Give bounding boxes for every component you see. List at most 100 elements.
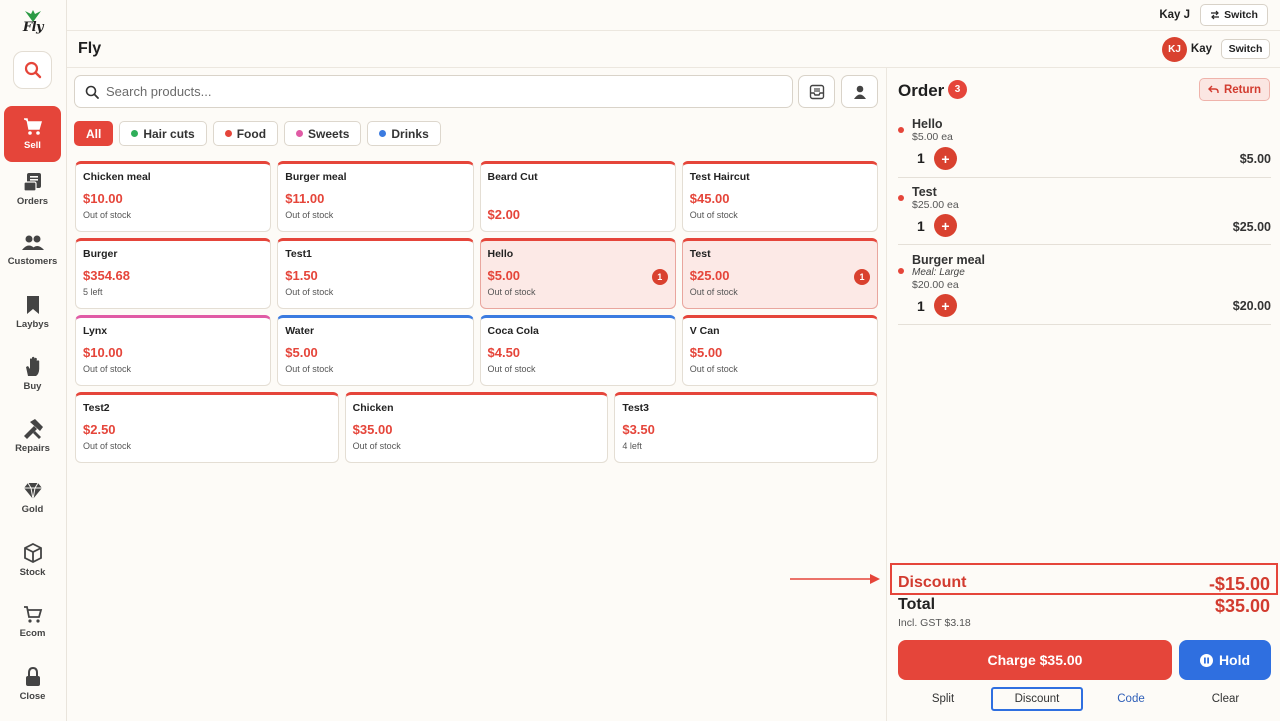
product-card[interactable]: Test1 $1.50 Out of stock (277, 238, 474, 309)
order-panel: Order 3 Return Hello $5.00 ea 1 + $5.00 … (886, 68, 1280, 721)
swap-icon (1211, 10, 1220, 20)
increase-qty-button[interactable]: + (934, 294, 957, 317)
sidebar: Fly Sell Orders Customers Laybys Buy Rep… (0, 0, 67, 721)
charge-button[interactable]: Charge $35.00 (898, 640, 1172, 680)
annotation-arrow (790, 574, 880, 584)
cart-icon (23, 117, 42, 135)
sidebar-item-label: Stock (19, 566, 46, 578)
ecom-cart-icon (23, 605, 42, 623)
clear-button[interactable]: Clear (1180, 687, 1271, 711)
sidebar-search-button[interactable] (13, 51, 52, 89)
scan-button[interactable] (798, 75, 835, 108)
page-title: Fly (78, 40, 102, 57)
avatar[interactable]: KJ (1162, 37, 1187, 62)
product-grid: Chicken meal $10.00 Out of stock Burger … (75, 161, 879, 469)
orders-icon (22, 172, 41, 192)
product-card[interactable]: Lynx $10.00 Out of stock (75, 315, 272, 386)
user-name: Kay (1190, 43, 1212, 55)
product-card-selected[interactable]: Hello $5.00 Out of stock 1 (479, 238, 676, 309)
product-card[interactable]: Burger meal $11.00 Out of stock (277, 161, 474, 232)
brand-logo: Fly (16, 9, 50, 43)
inbox-icon (809, 84, 824, 99)
category-dot (296, 130, 304, 137)
return-button[interactable]: Return (1199, 78, 1270, 101)
sidebar-item-label: Buy (23, 381, 42, 392)
line-qty: 1 (917, 150, 925, 166)
page-header: Fly KJ Kay Switch (67, 31, 1280, 68)
product-card[interactable]: Test2 $2.50 Out of stock (75, 392, 339, 463)
sidebar-item-close[interactable]: Close (4, 656, 61, 712)
category-filters: All Hair cuts Food Sweets Drinks (74, 121, 441, 146)
product-card[interactable]: Beard Cut $2.00 (479, 161, 676, 232)
increase-qty-button[interactable]: + (934, 214, 957, 237)
person-icon (853, 85, 866, 99)
product-card[interactable]: Test3 $3.50 4 left (614, 392, 879, 463)
split-button[interactable]: Split (898, 687, 988, 711)
tools-icon (23, 418, 43, 439)
order-line[interactable]: Hello $5.00 ea 1 + $5.00 (898, 116, 1271, 178)
category-drinks[interactable]: Drinks (367, 121, 441, 146)
increase-qty-button[interactable]: + (934, 147, 957, 170)
product-card[interactable]: Chicken meal $10.00 Out of stock (75, 161, 272, 232)
sidebar-item-orders[interactable]: Orders (4, 161, 61, 217)
order-title: Order (898, 81, 945, 100)
sidebar-item-customers[interactable]: Customers (4, 222, 61, 278)
lock-icon (25, 666, 40, 686)
hold-button[interactable]: Hold (1179, 640, 1271, 680)
order-line[interactable]: Burger meal Meal: Large $20.00 ea 1 + $2… (898, 251, 1271, 325)
code-button[interactable]: Code (1086, 687, 1176, 711)
product-card[interactable]: Water $5.00 Out of stock (277, 315, 474, 386)
top-switch-button[interactable]: Switch (1200, 4, 1268, 26)
sidebar-item-laybys[interactable]: Laybys (4, 284, 61, 340)
gst-note: Incl. GST $3.18 (898, 617, 971, 629)
hand-icon (25, 356, 39, 376)
bookmark-icon (26, 295, 39, 314)
order-count-badge: 3 (948, 80, 967, 99)
sidebar-item-sell[interactable]: Sell (4, 106, 61, 162)
discount-button[interactable]: Discount (991, 687, 1083, 711)
line-qty: 1 (917, 298, 925, 314)
category-sweets[interactable]: Sweets (284, 121, 362, 146)
sidebar-item-label: Sell (24, 139, 41, 151)
category-hair-cuts[interactable]: Hair cuts (119, 121, 207, 146)
sidebar-item-buy[interactable]: Buy (4, 346, 61, 402)
sidebar-item-label: Ecom (19, 627, 46, 639)
category-food[interactable]: Food (212, 121, 279, 146)
customers-icon (21, 235, 44, 250)
search-icon (24, 61, 41, 79)
line-status-dot (898, 127, 904, 133)
sidebar-item-ecom[interactable]: Ecom (4, 594, 61, 650)
header-switch-button[interactable]: Switch (1221, 39, 1270, 59)
sidebar-item-label: Repairs (15, 442, 50, 454)
pause-icon (1199, 653, 1213, 667)
category-dot (131, 130, 139, 137)
box-icon (23, 542, 42, 563)
product-row: Lynx $10.00 Out of stock Water $5.00 Out… (75, 315, 878, 386)
sidebar-item-label: Close (19, 690, 46, 702)
order-line[interactable]: Test $25.00 ea 1 + $25.00 (898, 183, 1271, 245)
category-all[interactable]: All (74, 121, 114, 146)
product-search-bar[interactable] (74, 75, 793, 108)
sidebar-item-stock[interactable]: Stock (4, 532, 61, 588)
product-row: Test2 $2.50 Out of stock Chicken $35.00 … (75, 392, 879, 463)
product-card[interactable]: Coca Cola $4.50 Out of stock (479, 315, 676, 386)
line-status-dot (898, 268, 904, 274)
cart-qty-badge: 1 (854, 269, 870, 285)
product-card-selected[interactable]: Test $25.00 Out of stock 1 (681, 238, 878, 309)
sidebar-item-repairs[interactable]: Repairs (4, 408, 61, 464)
top-bar: Kay J Switch (67, 0, 1280, 31)
product-card[interactable]: Test Haircut $45.00 Out of stock (681, 161, 878, 232)
product-card[interactable]: Chicken $35.00 Out of stock (344, 392, 609, 463)
product-row: Chicken meal $10.00 Out of stock Burger … (75, 161, 878, 232)
customer-button[interactable] (841, 75, 878, 108)
diamond-icon (23, 482, 42, 499)
sidebar-item-label: Customers (7, 255, 58, 267)
sidebar-item-label: Gold (21, 503, 44, 515)
product-card[interactable]: Burger $354.68 5 left (75, 238, 272, 309)
total-value: $35.00 (1214, 596, 1270, 616)
sidebar-item-gold[interactable]: Gold (4, 470, 61, 526)
product-card[interactable]: V Can $5.00 Out of stock (681, 315, 878, 386)
discount-label: Discount (898, 574, 967, 591)
sidebar-item-label: Orders (16, 195, 49, 207)
search-input[interactable] (106, 84, 706, 99)
